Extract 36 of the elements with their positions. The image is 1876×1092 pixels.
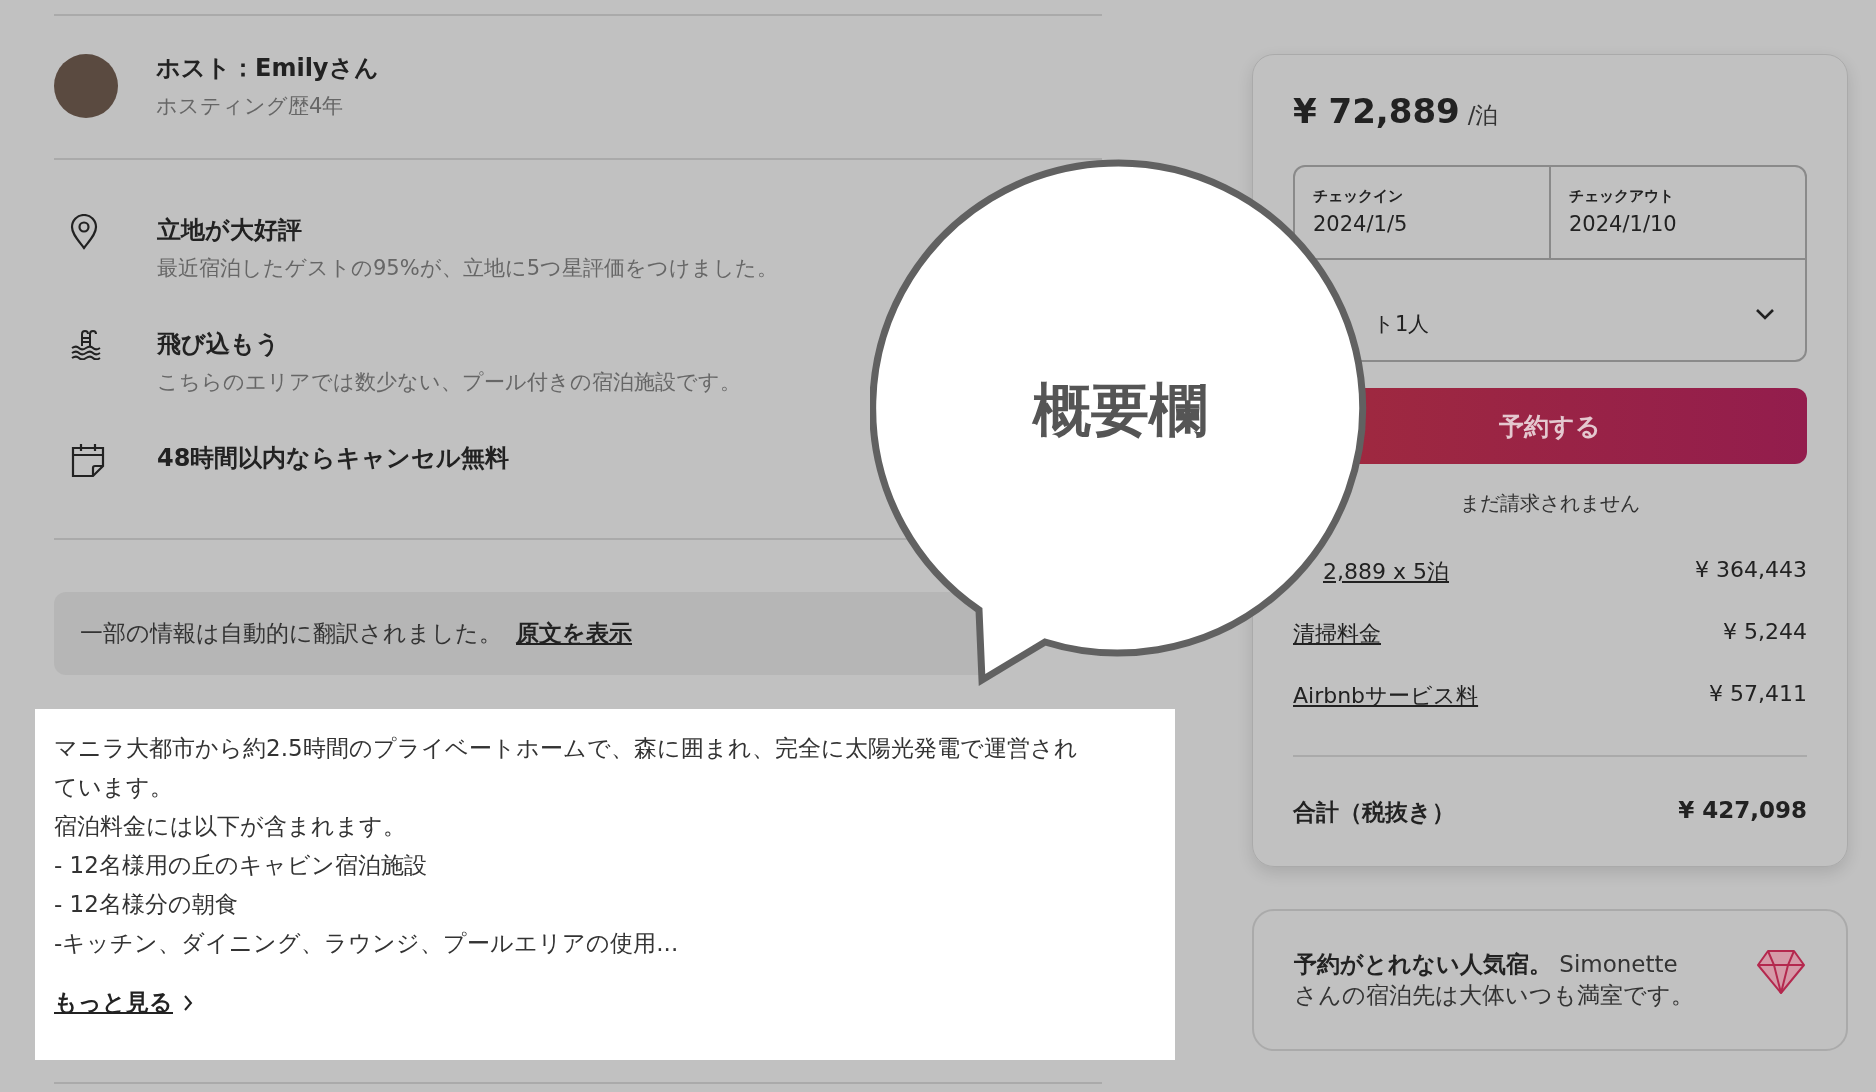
pool-icon — [70, 328, 102, 360]
location-pin-icon — [70, 214, 98, 250]
guests-dropdown[interactable]: ト1人 — [1295, 260, 1805, 360]
highlight-title: 飛び込もう — [157, 329, 281, 360]
description-text: 宿泊料金には以下が含まれます。 — [54, 812, 407, 841]
check-out-field[interactable]: チェックアウト 2024/1/10 — [1549, 167, 1805, 258]
fee-link[interactable]: Airbnbサービス料 — [1293, 681, 1479, 711]
fee-link[interactable]: 清掃料金 — [1293, 619, 1381, 649]
fee-amount: ¥ 57,411 — [1709, 681, 1807, 708]
show-original-link[interactable]: 原文を表示 — [516, 618, 632, 649]
calendar-icon — [70, 442, 106, 478]
check-in-field[interactable]: チェックイン 2024/1/5 — [1295, 167, 1549, 258]
description-text: -キッチン、ダイニング、ラウンジ、プールエリアの使用... — [54, 929, 680, 958]
price-unit: /泊 — [1467, 101, 1499, 130]
highlight-title: 48時間以内ならキャンセル無料 — [157, 443, 510, 474]
description-text: - 12名様用の丘のキャビン宿泊施設 — [54, 851, 428, 880]
highlight-title: 立地が大好評 — [157, 215, 303, 246]
fee-amount: ¥ 364,443 — [1695, 557, 1807, 584]
description-text: - 12名様分の朝食 — [54, 890, 239, 919]
fee-link[interactable]: 2,889 x 5泊 — [1323, 557, 1449, 587]
host-name: ホスト：Emilyさん — [156, 53, 379, 84]
callout-tooltip-label: 概要欄 — [1031, 375, 1208, 446]
total-label: 合計（税抜き） — [1293, 798, 1455, 827]
rare-find-text: 予約がとれない人気宿。 Simonetteさんの宿泊先は大体いつも満室です。 — [1294, 950, 1694, 1010]
diamond-icon — [1756, 949, 1806, 995]
highlight-description: 最近宿泊したゲストの95%が、立地に5つ星評価をつけました。 — [157, 255, 779, 282]
total-amount: ¥ 427,098 — [1678, 797, 1807, 825]
chevron-right-icon — [183, 993, 193, 1012]
fee-amount: ¥ 5,244 — [1723, 619, 1807, 646]
highlight-description: こちらのエリアでは数少ない、プール付きの宿泊施設です。 — [157, 369, 741, 396]
nightly-price: ¥ 72,889 — [1293, 91, 1460, 131]
hosting-years: ホスティング歴4年 — [156, 93, 345, 120]
chevron-down-icon — [1755, 308, 1775, 320]
notice-text: 一部の情報は自動的に翻訳されました。 — [80, 619, 502, 648]
not-charged-note: まだ請求されません — [1459, 490, 1641, 517]
description-text: マニラ大都市から約2.5時間のプライベートホームで、森に囲まれ、完全に太陽光発電で運営されています。 — [54, 734, 1079, 802]
